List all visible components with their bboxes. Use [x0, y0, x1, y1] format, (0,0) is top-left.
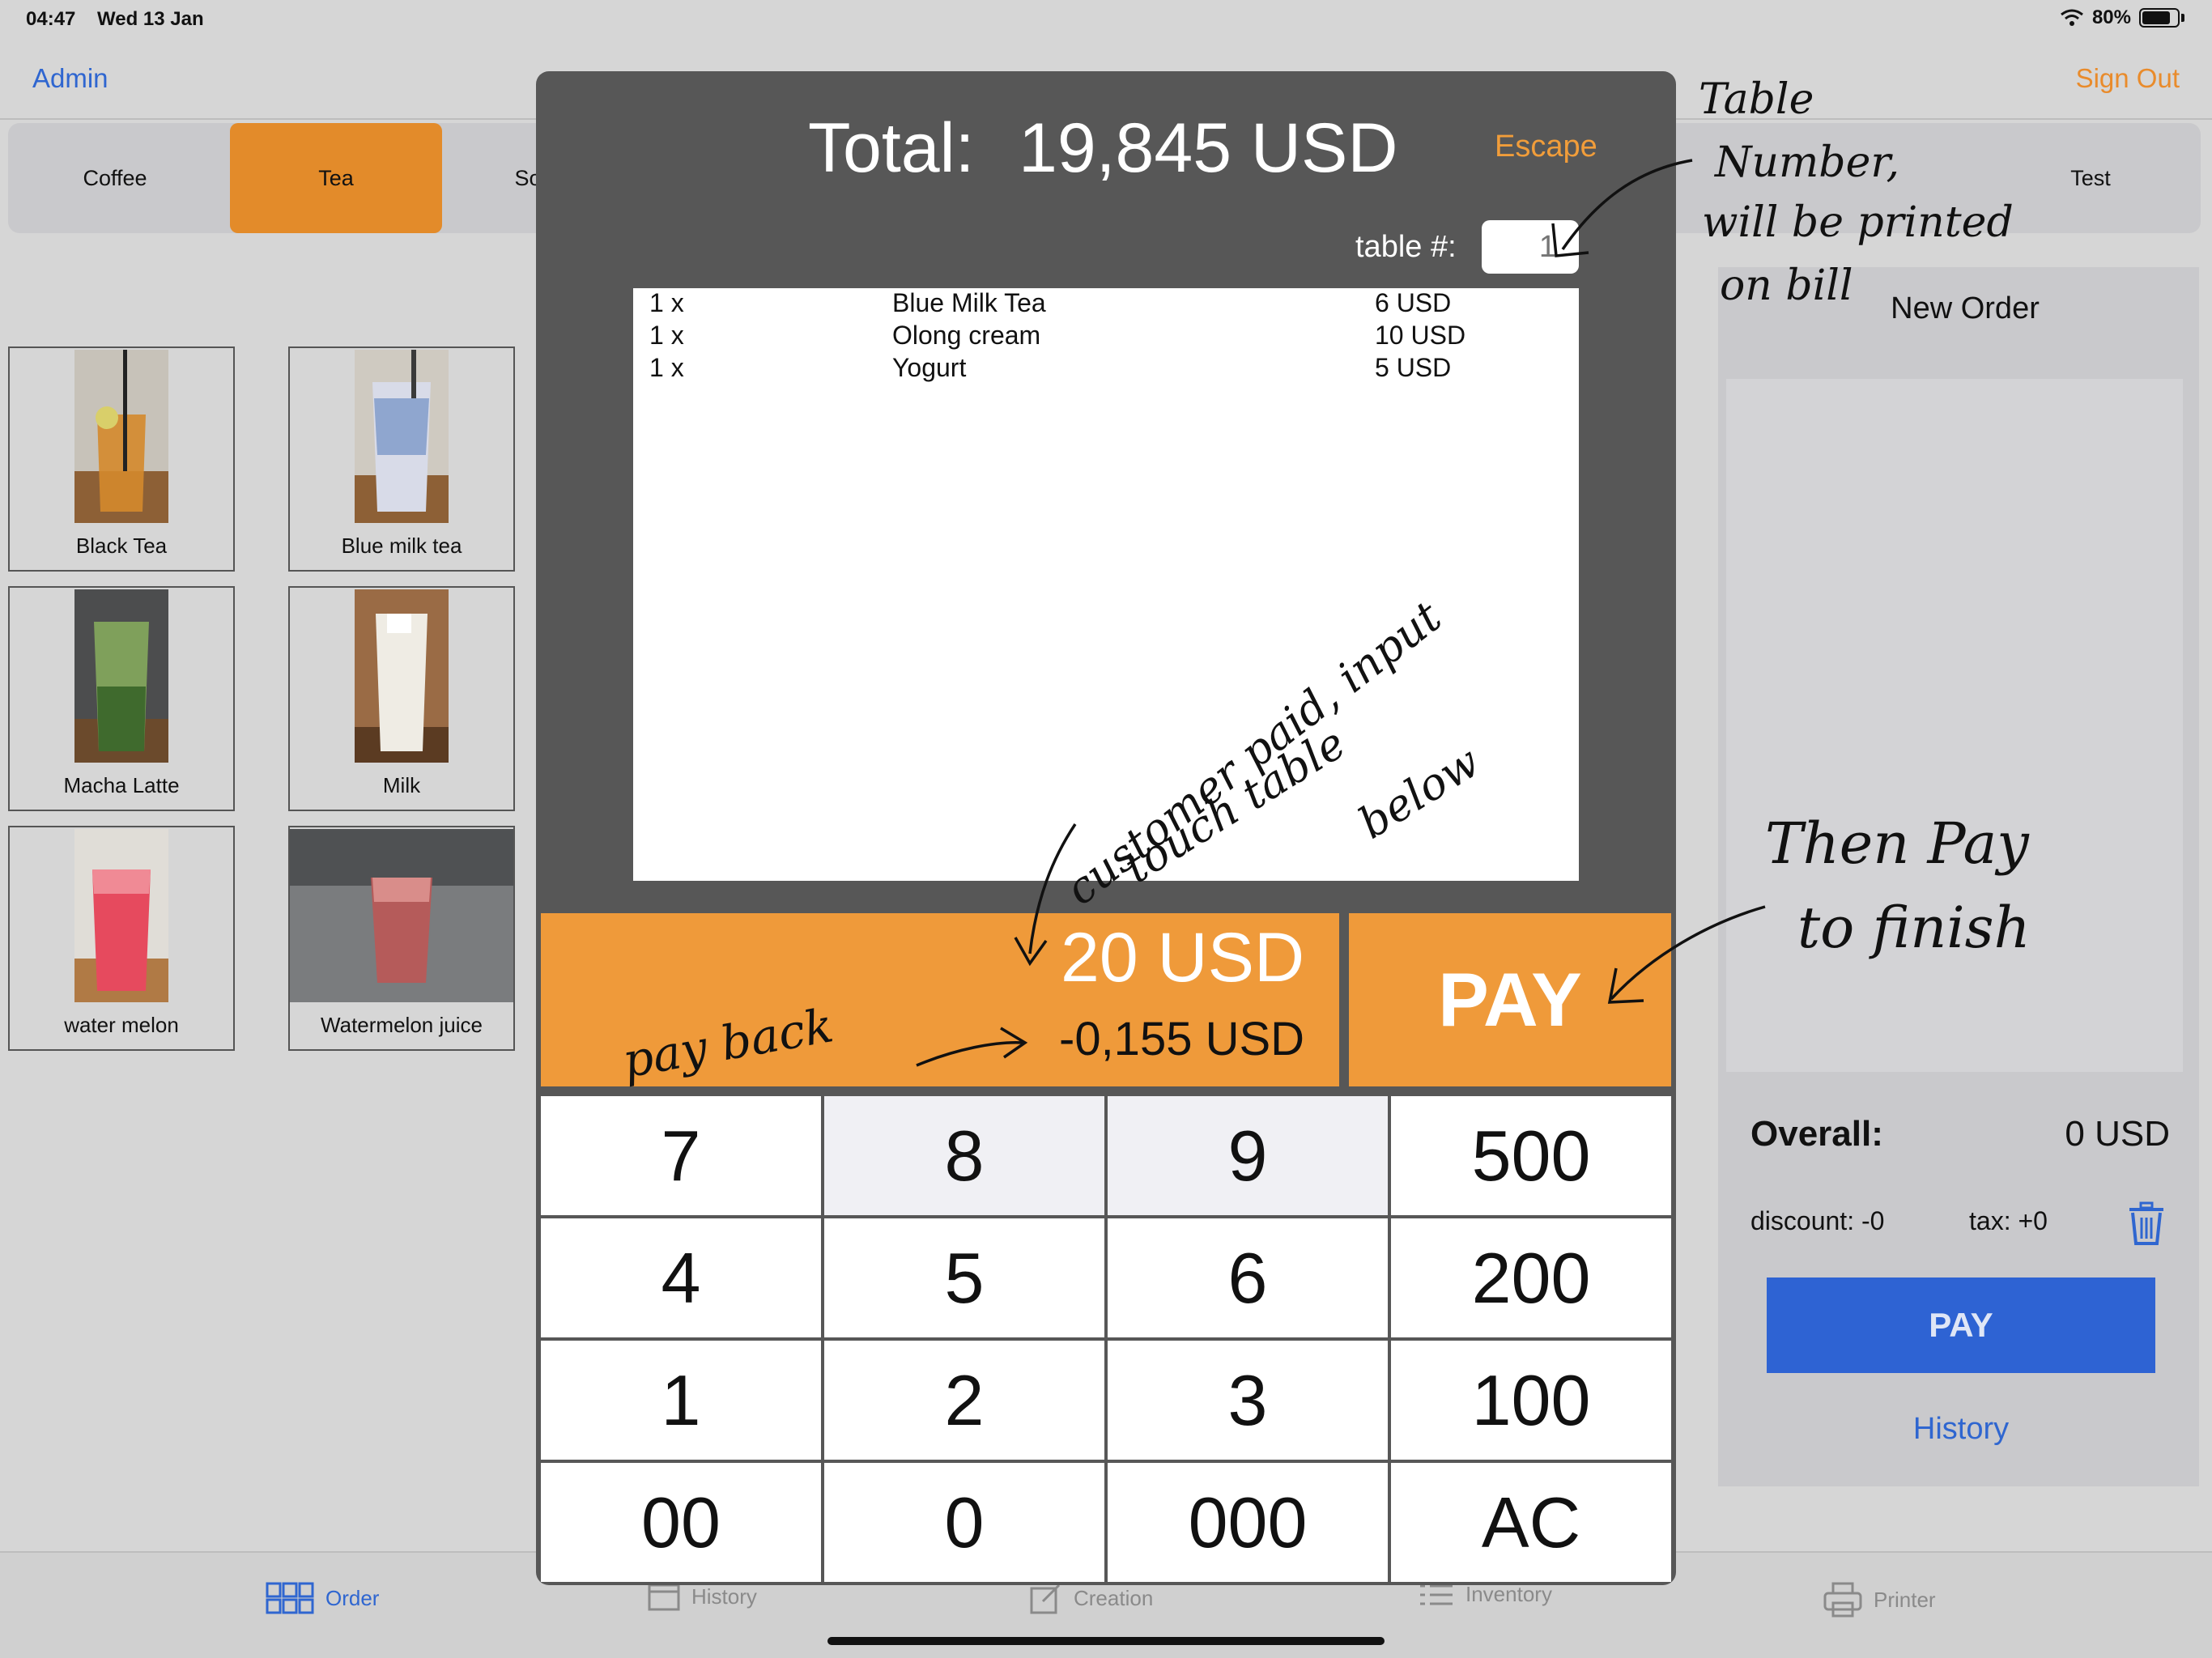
- printer-icon: [1823, 1582, 1862, 1618]
- battery-icon: [2139, 8, 2180, 28]
- pay-button[interactable]: PAY: [1767, 1278, 2155, 1373]
- water-melon-photo: [74, 829, 168, 1002]
- key-000[interactable]: 000: [1108, 1463, 1388, 1582]
- bill-qty: 1 x: [649, 321, 684, 350]
- key-6[interactable]: 6: [1108, 1218, 1388, 1337]
- grid-icon: [266, 1582, 314, 1614]
- product-name: water melon: [64, 1013, 179, 1037]
- bill-price: 10 USD: [1375, 321, 1466, 350]
- product-milk[interactable]: Milk: [288, 586, 515, 811]
- key-4[interactable]: 4: [541, 1218, 821, 1337]
- bill-item: Yogurt: [892, 353, 967, 382]
- bill-qty: 1 x: [649, 353, 684, 382]
- status-indicators: 80%: [2060, 6, 2184, 29]
- key-9[interactable]: 9: [1108, 1096, 1388, 1215]
- bill-row: 1 x Blue Milk Tea 6 USD: [633, 288, 1579, 322]
- product-name: Blue milk tea: [341, 534, 462, 558]
- key-00[interactable]: 00: [541, 1463, 821, 1582]
- battery-tip: [2181, 14, 2184, 22]
- key-8[interactable]: 8: [824, 1096, 1104, 1215]
- product-water-melon[interactable]: water melon: [8, 826, 235, 1051]
- overall-label: Overall:: [1750, 1114, 1883, 1154]
- category-tea[interactable]: Tea: [230, 123, 442, 233]
- key-0[interactable]: 0: [824, 1463, 1104, 1582]
- product-watermelon-juice[interactable]: Watermelon juice: [288, 826, 515, 1051]
- battery-percent: 80%: [2091, 6, 2131, 28]
- bill-item: Olong cream: [892, 321, 1041, 350]
- product-blue-milk-tea[interactable]: Blue milk tea: [288, 346, 515, 572]
- key-3[interactable]: 3: [1108, 1341, 1388, 1460]
- key-7[interactable]: 7: [541, 1096, 821, 1215]
- list-icon: [1420, 1584, 1453, 1605]
- table-number-label: table #:: [1355, 230, 1457, 264]
- annotation-table-line1: Table: [1699, 75, 1814, 124]
- table-number-input[interactable]: [1482, 220, 1579, 274]
- tab-inventory[interactable]: Inventory: [1419, 1582, 1552, 1607]
- bill-qty: 1 x: [649, 288, 684, 317]
- key-500[interactable]: 500: [1391, 1096, 1671, 1215]
- tab-label: Inventory: [1465, 1582, 1552, 1606]
- pay-confirm-button[interactable]: PAY: [1349, 913, 1671, 1086]
- discount-label[interactable]: discount: -0: [1750, 1206, 1884, 1236]
- product-macha-latte[interactable]: Macha Latte: [8, 586, 235, 811]
- tab-creation[interactable]: Creation: [1030, 1582, 1153, 1614]
- total-value: 19,845 USD: [1019, 109, 1398, 187]
- key-5[interactable]: 5: [824, 1218, 1104, 1337]
- key-200[interactable]: 200: [1391, 1218, 1671, 1337]
- bill-list: 1 x Blue Milk Tea 6 USD 1 x Olong cream …: [633, 288, 1579, 881]
- black-tea-photo: [74, 350, 168, 523]
- new-order-title: New Order: [1891, 291, 2040, 325]
- order-items-area: [1726, 379, 2183, 1072]
- status-date: Wed 13 Jan: [97, 8, 204, 30]
- wifi-icon: [2061, 9, 2083, 26]
- overall-value: 0 USD: [2065, 1114, 2170, 1154]
- bill-price: 5 USD: [1375, 353, 1452, 382]
- admin-button[interactable]: Admin: [32, 63, 108, 94]
- key-1[interactable]: 1: [541, 1341, 821, 1460]
- category-soft[interactable]: Sof: [442, 123, 547, 233]
- status-bar: 04:47 Wed 13 Jan 80%: [0, 0, 2212, 40]
- sign-out-button[interactable]: Sign Out: [2076, 63, 2180, 94]
- tab-label: Order: [325, 1585, 380, 1610]
- product-name: Macha Latte: [63, 773, 180, 797]
- product-name: Watermelon juice: [321, 1013, 483, 1037]
- watermelon-juice-photo: [290, 829, 513, 1002]
- key-100[interactable]: 100: [1391, 1341, 1671, 1460]
- milk-photo: [355, 589, 449, 763]
- bill-row: 1 x Olong cream 10 USD: [633, 321, 1579, 355]
- key-2[interactable]: 2: [824, 1341, 1104, 1460]
- history-link[interactable]: History: [1718, 1412, 2204, 1447]
- category-coffee[interactable]: Coffee: [8, 123, 222, 233]
- keypad: 7 8 9 500 4 5 6 200 1 2 3 100 00 0 000 A…: [541, 1096, 1671, 1582]
- tab-label: Creation: [1074, 1585, 1154, 1610]
- key-ac[interactable]: AC: [1391, 1463, 1671, 1582]
- macha-latte-photo: [74, 589, 168, 763]
- tab-label: History: [691, 1584, 757, 1609]
- escape-button[interactable]: Escape: [1495, 130, 1597, 164]
- category-test[interactable]: Test: [1984, 123, 2197, 233]
- tab-order[interactable]: Order: [266, 1582, 379, 1614]
- total-label: Total:: [808, 109, 975, 187]
- bill-price: 6 USD: [1375, 288, 1452, 317]
- bill-item: Blue Milk Tea: [892, 288, 1046, 317]
- product-name: Milk: [382, 773, 421, 797]
- home-indicator: [827, 1637, 1385, 1645]
- bill-row: 1 x Yogurt 5 USD: [633, 353, 1579, 387]
- trash-icon[interactable]: [2126, 1201, 2167, 1245]
- product-name: Black Tea: [75, 534, 168, 558]
- tab-label: Printer: [1874, 1587, 1936, 1612]
- calendar-icon: [648, 1584, 680, 1611]
- pay-back-amount: -0,155 USD: [1059, 1013, 1305, 1065]
- status-time: 04:47: [26, 8, 76, 30]
- tab-history[interactable]: History: [648, 1582, 757, 1611]
- compose-icon: [1030, 1584, 1061, 1614]
- tab-printer[interactable]: Printer: [1823, 1582, 1936, 1618]
- blue-milk-tea-photo: [355, 350, 449, 523]
- tax-label[interactable]: tax: +0: [1969, 1206, 2048, 1236]
- product-black-tea[interactable]: Black Tea: [8, 346, 235, 572]
- paid-amount: 20 USD: [1061, 919, 1305, 997]
